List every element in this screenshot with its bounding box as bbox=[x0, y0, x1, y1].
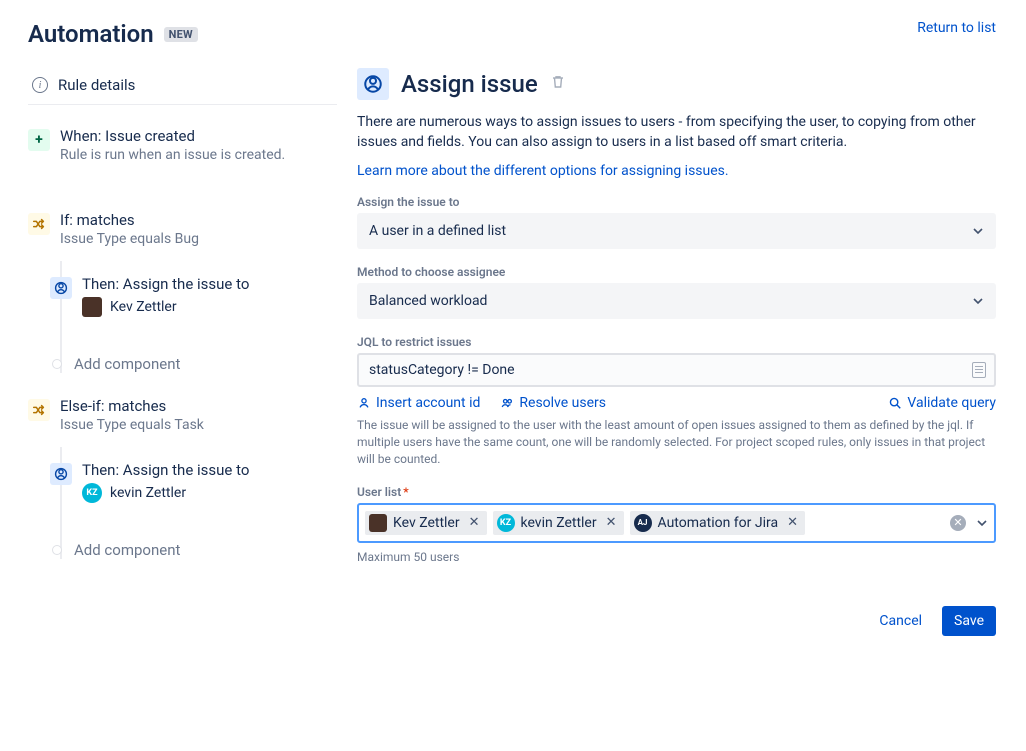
avatar: KZ bbox=[497, 514, 515, 532]
chip-label: Kev Zettler bbox=[393, 515, 460, 531]
branch-icon bbox=[28, 399, 50, 421]
method-value: Balanced workload bbox=[369, 293, 487, 309]
method-select[interactable]: Balanced workload bbox=[357, 283, 996, 319]
avatar: AJ bbox=[634, 514, 652, 532]
chip-label: Automation for Jira bbox=[658, 515, 779, 531]
assign-icon bbox=[50, 463, 72, 485]
assign-icon bbox=[50, 277, 72, 299]
resolve-label: Resolve users bbox=[519, 395, 606, 411]
user-chip: KZ kevin Zettler ✕ bbox=[493, 511, 624, 535]
return-link[interactable]: Return to list bbox=[917, 20, 996, 36]
validate-label: Validate query bbox=[907, 395, 996, 411]
add-component-button[interactable]: Add component bbox=[52, 355, 337, 373]
avatar: KZ bbox=[82, 483, 102, 503]
user-chip: AJ Automation for Jira ✕ bbox=[630, 511, 805, 535]
avatar bbox=[82, 297, 102, 317]
elseif-assignee: kevin Zettler bbox=[110, 485, 186, 501]
user-chip: Kev Zettler ✕ bbox=[365, 511, 487, 535]
if-step[interactable]: If: matches Issue Type equals Bug bbox=[28, 207, 337, 251]
if-sub: Issue Type equals Bug bbox=[60, 231, 337, 247]
elseif-step[interactable]: Else-if: matches Issue Type equals Task bbox=[28, 393, 337, 437]
add-dot-icon bbox=[52, 359, 62, 369]
add-component-label: Add component bbox=[74, 541, 180, 559]
clear-all-icon[interactable]: ✕ bbox=[950, 515, 966, 531]
jql-input[interactable] bbox=[357, 353, 996, 387]
trigger-sub: Rule is run when an issue is created. bbox=[60, 147, 337, 163]
assign-to-label: Assign the issue to bbox=[357, 195, 996, 209]
resolve-users-link[interactable]: Resolve users bbox=[500, 395, 606, 411]
rule-details-row[interactable]: i Rule details bbox=[28, 66, 337, 105]
elseif-sub: Issue Type equals Task bbox=[60, 417, 337, 433]
user-list-label: User list* bbox=[357, 485, 996, 499]
remove-chip-icon[interactable]: ✕ bbox=[784, 515, 801, 530]
assign-icon bbox=[357, 68, 389, 100]
trigger-title: When: Issue created bbox=[60, 127, 337, 145]
form-description: There are numerous ways to assign issues… bbox=[357, 112, 996, 153]
elseif-action-title: Then: Assign the issue to bbox=[82, 461, 337, 479]
remove-chip-icon[interactable]: ✕ bbox=[603, 515, 620, 530]
if-title: If: matches bbox=[60, 211, 337, 229]
page-title: Automation bbox=[28, 20, 154, 48]
max-users-hint: Maximum 50 users bbox=[357, 549, 996, 566]
new-badge: NEW bbox=[164, 27, 198, 42]
user-list-multiselect[interactable]: Kev Zettler ✕ KZ kevin Zettler ✕ AJ Auto… bbox=[357, 503, 996, 543]
branch-icon bbox=[28, 213, 50, 235]
plus-icon: + bbox=[28, 129, 50, 151]
method-label: Method to choose assignee bbox=[357, 265, 996, 279]
elseif-action-step[interactable]: Then: Assign the issue to KZ kevin Zettl… bbox=[50, 447, 337, 511]
if-assignee: Kev Zettler bbox=[110, 299, 177, 315]
validate-query-link[interactable]: Validate query bbox=[888, 395, 996, 411]
insert-label: Insert account id bbox=[376, 395, 480, 411]
assign-to-select[interactable]: A user in a defined list bbox=[357, 213, 996, 249]
learn-more-link[interactable]: Learn more about the different options f… bbox=[357, 163, 996, 179]
insert-account-id-link[interactable]: Insert account id bbox=[357, 395, 480, 411]
add-dot-icon bbox=[52, 545, 62, 555]
avatar bbox=[369, 514, 387, 532]
rule-details-label: Rule details bbox=[58, 76, 135, 94]
chevron-down-icon[interactable] bbox=[976, 517, 988, 529]
elseif-title: Else-if: matches bbox=[60, 397, 337, 415]
jql-hint: The issue will be assigned to the user w… bbox=[357, 417, 996, 469]
chip-label: kevin Zettler bbox=[521, 515, 597, 531]
remove-chip-icon[interactable]: ✕ bbox=[466, 515, 483, 530]
trigger-step[interactable]: + When: Issue created Rule is run when a… bbox=[28, 123, 337, 167]
chevron-down-icon bbox=[972, 295, 984, 307]
cancel-button[interactable]: Cancel bbox=[867, 606, 934, 636]
chevron-down-icon bbox=[972, 225, 984, 237]
jql-label: JQL to restrict issues bbox=[357, 335, 996, 349]
if-action-step[interactable]: Then: Assign the issue to Kev Zettler bbox=[50, 261, 337, 325]
if-action-title: Then: Assign the issue to bbox=[82, 275, 337, 293]
add-component-label: Add component bbox=[74, 355, 180, 373]
add-component-button[interactable]: Add component bbox=[52, 541, 337, 559]
form-title: Assign issue bbox=[401, 70, 538, 98]
syntax-icon[interactable] bbox=[972, 362, 986, 378]
info-icon: i bbox=[32, 77, 48, 93]
trash-icon[interactable] bbox=[550, 74, 566, 94]
save-button[interactable]: Save bbox=[942, 606, 996, 636]
assign-to-value: A user in a defined list bbox=[369, 223, 506, 239]
